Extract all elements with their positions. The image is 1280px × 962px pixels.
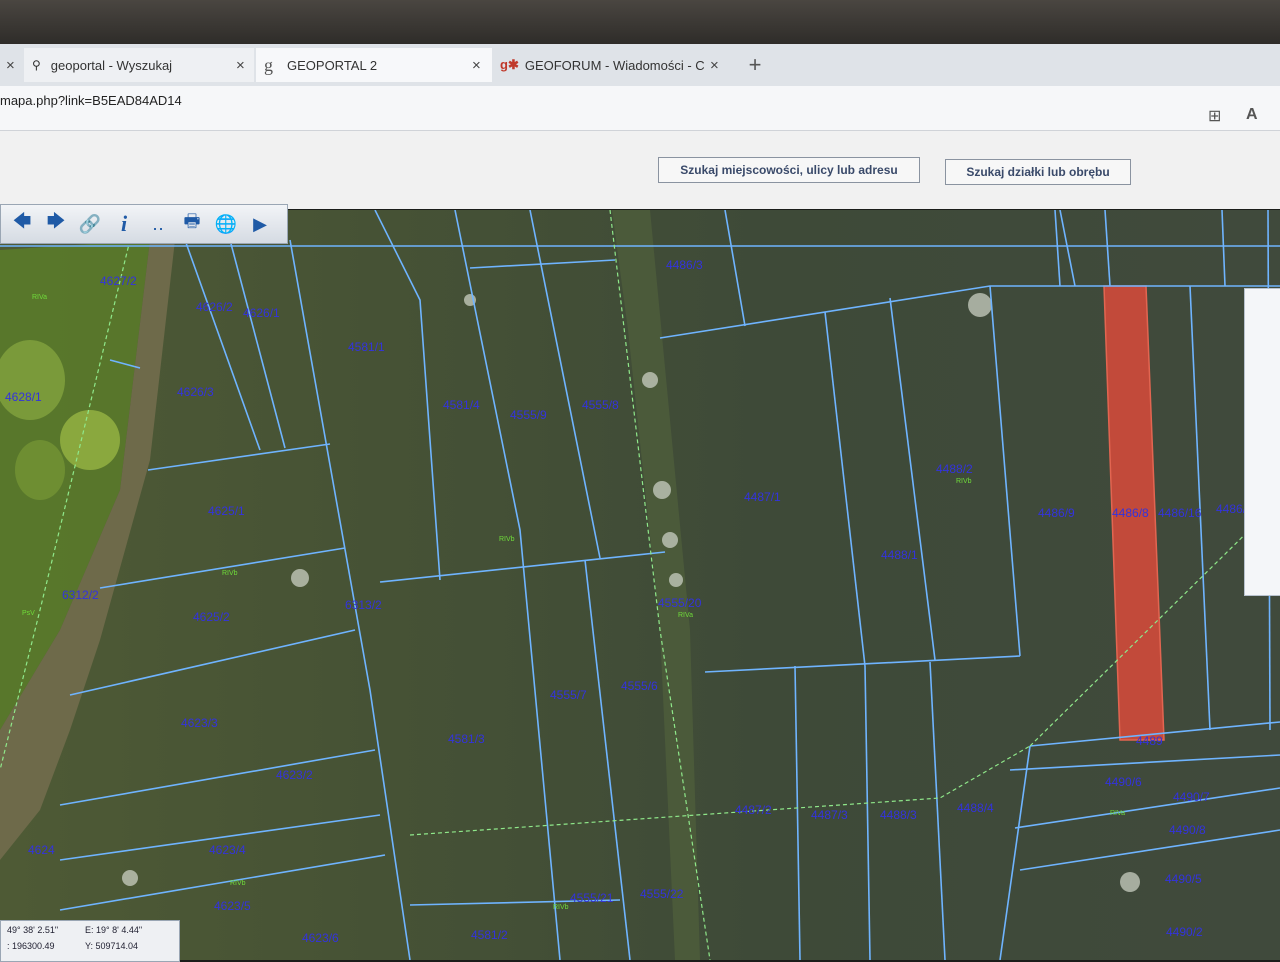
map-toolbar: 🡄 🡆 🔗 i ‥ 🖶 🌐 ▶ — [0, 204, 288, 244]
parcel-label[interactable]: 4490/8 — [1169, 823, 1206, 837]
x-coordinate-value: : 196300.49 — [7, 941, 55, 951]
tab-label: geoportal - Wyszukaj — [50, 57, 173, 73]
search-icon: ⚲ — [32, 58, 41, 72]
parcel-label[interactable]: 4490/2 — [1166, 925, 1203, 939]
search-parcel-button[interactable]: Szukaj działki lub obrębu — [945, 159, 1131, 185]
search-address-button[interactable]: Szukaj miejscowości, ulicy lub adresu — [658, 157, 920, 183]
info-icon[interactable]: i — [109, 209, 139, 239]
geoforum-logo-icon: g✱ — [500, 57, 519, 72]
parcel-label[interactable]: 4555/21 — [570, 891, 613, 905]
globe-icon[interactable]: 🌐 — [211, 209, 241, 239]
print-icon[interactable]: 🖶 — [177, 209, 207, 239]
close-icon[interactable]: × — [710, 57, 719, 74]
tree-canopy — [60, 410, 120, 470]
close-icon[interactable]: × — [6, 57, 15, 74]
parcel-label[interactable]: 4487/1 — [744, 490, 781, 504]
y-coordinate-value: Y: 509714.04 — [85, 941, 139, 951]
parcel-label[interactable]: 4488/2 — [936, 462, 973, 476]
land-use-label: RIVb — [499, 536, 515, 543]
parcel-label[interactable]: 4581/3 — [448, 732, 485, 746]
address-bar: mapa.php?link=B5EAD84AD14 ⊞ A — [0, 86, 1280, 131]
parcel-label[interactable]: 4625/2 — [193, 610, 230, 624]
parcel-label[interactable]: 4488/3 — [880, 808, 917, 822]
parcel-label[interactable]: 4626/3 — [177, 385, 214, 399]
parcel-label[interactable]: 4623/3 — [181, 716, 218, 730]
parcel-label[interactable]: 4555/6 — [621, 679, 658, 693]
land-use-label: RIVb — [553, 904, 569, 911]
camera-icon[interactable]: ▶ — [245, 209, 275, 239]
tab-label: GEOFORUM - Wiadomości - Czyn — [524, 57, 705, 73]
parcel-label[interactable]: 4626/2 — [196, 300, 233, 314]
land-use-label: RIVb — [222, 570, 238, 577]
parcel-label[interactable]: 4488/4 — [957, 801, 994, 815]
new-tab-button[interactable]: + — [740, 48, 770, 82]
parcel-label[interactable]: 4486/16 — [1158, 506, 1201, 520]
tree-canopy — [15, 440, 65, 500]
back-arrow-icon[interactable]: 🡄 — [7, 209, 37, 239]
land-use-label: RIVa — [32, 294, 48, 301]
parcel-label[interactable]: 4625/1 — [208, 504, 245, 518]
land-use-label: PsV — [22, 610, 35, 617]
parcel-label[interactable]: 4489 — [1136, 734, 1163, 748]
parcel-label[interactable]: 4490/6 — [1105, 775, 1142, 789]
parcel-label[interactable]: 4555/20 — [658, 596, 701, 610]
latitude-value: 49° 38' 2.51" — [7, 925, 59, 935]
parcel-label[interactable]: 4555/22 — [640, 887, 683, 901]
parcel-label[interactable]: 4555/7 — [550, 688, 587, 702]
parcel-label[interactable]: 4581/4 — [443, 398, 480, 412]
parcel-label[interactable]: 4486/9 — [1038, 506, 1075, 520]
layers-side-panel[interactable] — [1244, 288, 1280, 596]
close-icon[interactable]: × — [236, 57, 245, 74]
monitor-bezel — [0, 0, 1280, 48]
land-use-label: RIVb — [956, 478, 972, 485]
g-letter-icon: g — [264, 54, 273, 75]
parcel-label[interactable]: 4486/ — [1216, 502, 1246, 516]
reader-view-icon[interactable]: A — [1246, 106, 1258, 124]
parcel-label[interactable]: 4487/2 — [735, 803, 772, 817]
parcel-label[interactable]: 4486/3 — [666, 258, 703, 272]
url-field[interactable]: mapa.php?link=B5EAD84AD14 — [0, 93, 182, 108]
link-icon[interactable]: 🔗 — [75, 209, 105, 239]
parcel-label[interactable]: 4627/2 — [100, 274, 137, 288]
forward-arrow-icon[interactable]: 🡆 — [41, 209, 71, 239]
parcel-label[interactable]: 4581/1 — [348, 340, 385, 354]
browser-tab-bar: × ⚲ geoportal - Wyszukaj × g GEOPORTAL 2… — [0, 44, 1280, 86]
parcel-label[interactable]: 4486/8 — [1112, 506, 1149, 520]
parcel-label[interactable]: 6312/2 — [62, 588, 99, 602]
parcel-label[interactable]: 4487/3 — [811, 808, 848, 822]
land-use-label: RIVb — [230, 880, 246, 887]
tab-geoforum[interactable]: g✱ GEOFORUM - Wiadomości - Czyn × — [494, 48, 730, 82]
parcel-label[interactable]: 4555/8 — [582, 398, 619, 412]
close-icon[interactable]: × — [472, 57, 481, 74]
parcel-label[interactable]: 4490/7 — [1173, 790, 1210, 804]
parcel-label[interactable]: 4626/1 — [243, 306, 280, 320]
parcel-label[interactable]: 4624 — [28, 843, 55, 857]
tab-label: GEOPORTAL 2 — [287, 57, 378, 73]
parcel-label[interactable]: 4628/1 — [5, 390, 42, 404]
parcel-label[interactable]: 4623/5 — [214, 899, 251, 913]
measure-icon[interactable]: ‥ — [143, 209, 173, 239]
longitude-value: E: 19° 8' 4.44" — [85, 925, 143, 935]
add-tab-icon[interactable]: ⊞ — [1208, 106, 1221, 126]
parcel-label[interactable]: 6313/2 — [345, 598, 382, 612]
land-use-label: RIVa — [1110, 810, 1126, 817]
orthophoto-map[interactable]: 4627/2 4626/2 4626/1 4628/1 4626/3 4581/… — [0, 210, 1280, 960]
parcel-label[interactable]: 4490/5 — [1165, 872, 1202, 886]
parcel-label[interactable]: 4623/2 — [276, 768, 313, 782]
parcel-label[interactable]: 4581/2 — [471, 928, 508, 942]
parcel-label[interactable]: 4623/6 — [302, 931, 339, 945]
coordinates-readout: 49° 38' 2.51" E: 19° 8' 4.44" : 196300.4… — [0, 920, 180, 962]
parcel-label[interactable]: 4623/4 — [209, 843, 246, 857]
tab-partial[interactable]: × — [0, 48, 22, 82]
page-header: Szukaj miejscowości, ulicy lub adresu Sz… — [0, 131, 1280, 209]
parcel-map-canvas[interactable] — [0, 210, 1280, 960]
land-use-label: RIVa — [678, 612, 694, 619]
tab-geoportal-wyszukaj[interactable]: ⚲ geoportal - Wyszukaj × — [24, 48, 254, 82]
parcel-label[interactable]: 4488/1 — [881, 548, 918, 562]
parcel-label[interactable]: 4555/9 — [510, 408, 547, 422]
tab-geoportal-2[interactable]: g GEOPORTAL 2 × — [256, 48, 492, 82]
